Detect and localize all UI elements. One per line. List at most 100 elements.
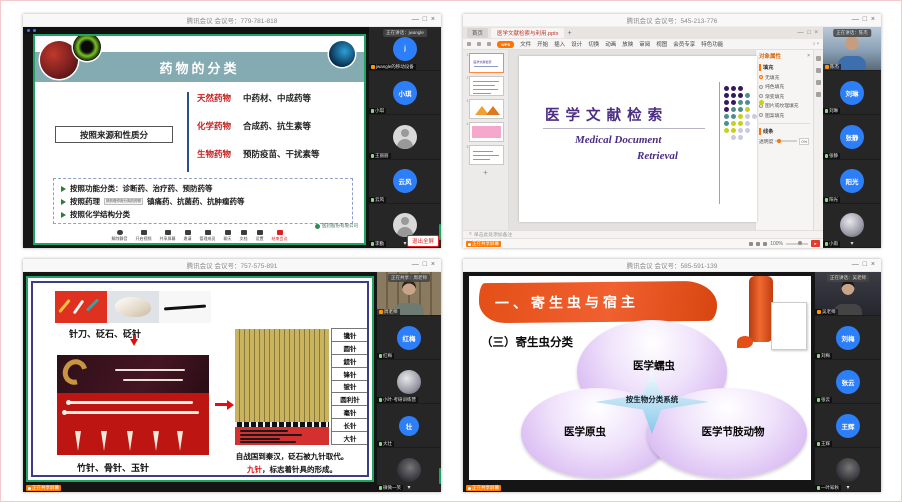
- outline-icon[interactable]: [816, 80, 821, 85]
- zoom-level[interactable]: 100%: [770, 241, 783, 247]
- menu-view[interactable]: 视图: [656, 40, 667, 48]
- close-icon[interactable]: ×: [807, 53, 810, 59]
- participant-tile[interactable]: 小叶·考研训练营: [377, 360, 441, 403]
- chevron-down-icon[interactable]: ▾: [846, 484, 849, 491]
- end-meeting-button[interactable]: 结束会议: [272, 230, 288, 242]
- screen-icon: [165, 230, 171, 235]
- view-read-icon[interactable]: [763, 242, 767, 246]
- wps-logo[interactable]: WPS: [497, 41, 514, 48]
- exit-fullscreen-button[interactable]: 退出全屏: [407, 235, 439, 247]
- opacity-slider[interactable]: [775, 140, 797, 142]
- participant-tile[interactable]: 张云 张云: [815, 360, 881, 403]
- meeting-status-strip: [23, 27, 369, 34]
- fill-option[interactable]: 图案填充: [759, 112, 810, 119]
- menu-slideshow[interactable]: 放映: [622, 40, 633, 48]
- search-icon[interactable]: ⌕ ▾: [813, 41, 819, 47]
- chat-button[interactable]: 聊天: [224, 230, 232, 242]
- screen-share-badge: 正在共享屏幕: [466, 241, 501, 247]
- window-titlebar[interactable]: 腾讯会议 会议号：779-781-818 — □ ×: [23, 14, 441, 27]
- thumbnail-row[interactable]: 1 医学文献检索: [467, 53, 505, 73]
- menu-animation[interactable]: 动画: [605, 40, 616, 48]
- help-icon[interactable]: [816, 92, 821, 97]
- participant-tile[interactable]: 云风 云风: [369, 160, 441, 203]
- docs-button[interactable]: 文档: [240, 230, 248, 242]
- needle-name: 铍针: [331, 380, 369, 394]
- menu-member[interactable]: 会员专享: [673, 40, 695, 48]
- participant-tile[interactable]: 王辉 王辉: [815, 404, 881, 447]
- photo-avatar: [836, 458, 860, 482]
- menu-features[interactable]: 特色功能: [701, 40, 723, 48]
- scrollbar[interactable]: [439, 468, 442, 484]
- participant-tile[interactable]: 阳光 阳光: [823, 160, 881, 203]
- save-icon[interactable]: [467, 42, 471, 46]
- needle-photos: [57, 355, 209, 455]
- members-button[interactable]: 管理成员: [200, 230, 216, 242]
- fill-option[interactable]: 图片或纹理填充: [759, 102, 810, 109]
- undo-icon[interactable]: [477, 42, 481, 46]
- slide-thumbnail-1[interactable]: 医学文献检索: [469, 53, 504, 73]
- participant-tile[interactable]: 红梅 红梅: [377, 316, 441, 359]
- participant-tile[interactable]: 小琪 小琪: [369, 71, 441, 114]
- window-titlebar[interactable]: 腾讯会议 会议号：545-213-776 — □ ×: [463, 14, 881, 27]
- slide-thumbnail-2[interactable]: [469, 76, 504, 96]
- radio-icon[interactable]: [759, 75, 763, 79]
- camera-button[interactable]: 开启视频: [136, 230, 152, 242]
- thumbnail-row[interactable]: 3: [467, 99, 505, 119]
- category-row: 天然药物中药材、中成药等: [197, 92, 311, 104]
- slide-thumbnail-5[interactable]: [469, 145, 504, 165]
- menu-insert[interactable]: 插入: [554, 40, 565, 48]
- menu-transition[interactable]: 切换: [588, 40, 599, 48]
- title-slide[interactable]: 医 学 文 献 检 索 Medical Document Retrieval: [519, 56, 757, 222]
- wps-window-controls[interactable]: — □ ×: [798, 30, 819, 36]
- menu-design[interactable]: 设计: [571, 40, 582, 48]
- slide-thumbnail-4[interactable]: [469, 122, 504, 142]
- home-tab[interactable]: 首页: [467, 28, 488, 38]
- slide-thumbnail-3[interactable]: [469, 99, 504, 119]
- needle-name: 镵针: [331, 328, 369, 342]
- slider-knob[interactable]: [798, 241, 802, 245]
- play-slideshow-button[interactable]: ▸: [811, 240, 820, 247]
- participant-tile[interactable]: 张静 张静: [823, 115, 881, 158]
- window-titlebar[interactable]: 腾讯会议 会议号：757-575-891 — □ ×: [23, 259, 441, 272]
- add-slide-button[interactable]: +: [483, 168, 488, 177]
- slide-subtitle-2: Retrieval: [637, 150, 678, 162]
- fill-option[interactable]: 无填充: [759, 74, 810, 81]
- thumbnail-row[interactable]: 4: [467, 122, 505, 142]
- chevron-down-icon[interactable]: ▾: [850, 240, 853, 247]
- participant-name-label: 小琪: [369, 108, 386, 114]
- decorative-line: [719, 82, 720, 204]
- window-controls[interactable]: — □ ×: [412, 261, 436, 268]
- thumbnail-row[interactable]: 2: [467, 76, 505, 96]
- view-normal-icon[interactable]: [749, 242, 753, 246]
- animation-icon[interactable]: [816, 68, 821, 73]
- invite-button[interactable]: 邀请: [184, 230, 192, 242]
- mute-button[interactable]: 解除静音: [112, 230, 128, 242]
- participant-tile[interactable]: 刘琳 刘琳: [823, 71, 881, 114]
- share-screen-button[interactable]: 共享屏幕: [160, 230, 176, 242]
- mic-icon: [117, 230, 123, 235]
- menu-review[interactable]: 审阅: [639, 40, 650, 48]
- document-tab[interactable]: 医学文献检索与利用.pptx: [491, 28, 564, 38]
- zoom-slider[interactable]: [786, 243, 808, 245]
- thumbnail-row[interactable]: 5: [467, 145, 505, 165]
- fill-option[interactable]: 渐变填充: [759, 93, 810, 100]
- slider-knob[interactable]: [777, 139, 781, 143]
- window-controls[interactable]: — □ ×: [852, 261, 876, 268]
- redo-icon[interactable]: [487, 42, 491, 46]
- settings-button[interactable]: 设置: [256, 230, 264, 242]
- view-sorter-icon[interactable]: [756, 242, 760, 246]
- notes-bar[interactable]: ≡单击此处添加备注: [463, 230, 823, 238]
- format-icon[interactable]: [816, 56, 821, 61]
- participant-tile[interactable]: 壮 大壮: [377, 404, 441, 447]
- participant-tile[interactable]: 刘梅 刘梅: [815, 316, 881, 359]
- window-controls[interactable]: — □ ×: [412, 16, 436, 23]
- new-tab-button[interactable]: +: [567, 30, 571, 37]
- opacity-value[interactable]: 0%: [799, 138, 809, 145]
- fill-option[interactable]: 纯色填充: [759, 83, 810, 90]
- menu-file[interactable]: 文件: [520, 40, 531, 48]
- chevron-down-icon[interactable]: ▾: [407, 484, 410, 491]
- window-titlebar[interactable]: 腾讯会议 会议号：585-591-139 — □ ×: [463, 259, 881, 272]
- menu-home[interactable]: 开始: [537, 40, 548, 48]
- participant-tile[interactable]: 王丽丽: [369, 115, 441, 158]
- window-controls[interactable]: — □ ×: [852, 16, 876, 23]
